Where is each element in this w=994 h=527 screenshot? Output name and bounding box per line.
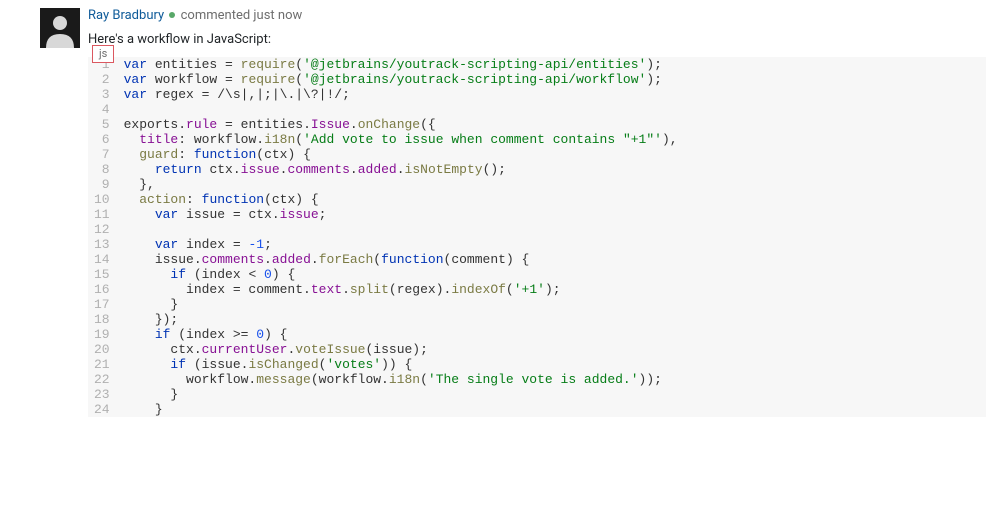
code-line: 6 title: workflow.i18n('Add vote to issu…: [88, 132, 986, 147]
line-source: if (issue.isChanged('votes')) {: [120, 357, 986, 372]
line-number: 12: [88, 222, 120, 237]
line-source: }: [120, 387, 986, 402]
code-line: 16 index = comment.text.split(regex).ind…: [88, 282, 986, 297]
code-line: 14 issue.comments.added.forEach(function…: [88, 252, 986, 267]
code-line: 8 return ctx.issue.comments.added.isNotE…: [88, 162, 986, 177]
code-line: 12: [88, 222, 986, 237]
line-number: 7: [88, 147, 120, 162]
line-source: action: function(ctx) {: [120, 192, 986, 207]
line-source: issue.comments.added.forEach(function(co…: [120, 252, 986, 267]
code-line: 5exports.rule = entities.Issue.onChange(…: [88, 117, 986, 132]
line-source: var regex = /\s|,|;|\.|\?|!/;: [120, 87, 986, 102]
comment-container: Ray Bradbury commented just now Here's a…: [0, 0, 994, 417]
line-number: 15: [88, 267, 120, 282]
line-number: 23: [88, 387, 120, 402]
line-source: [120, 102, 986, 117]
line-source: var index = -1;: [120, 237, 986, 252]
line-number: 22: [88, 372, 120, 387]
code-line: 20 ctx.currentUser.voteIssue(issue);: [88, 342, 986, 357]
line-source: title: workflow.i18n('Add vote to issue …: [120, 132, 986, 147]
line-number: 21: [88, 357, 120, 372]
line-number: 6: [88, 132, 120, 147]
author-link[interactable]: Ray Bradbury: [88, 8, 164, 23]
line-source: guard: function(ctx) {: [120, 147, 986, 162]
code-line: 23 }: [88, 387, 986, 402]
line-source: return ctx.issue.comments.added.isNotEmp…: [120, 162, 986, 177]
code-line: 2var workflow = require('@jetbrains/yout…: [88, 72, 986, 87]
line-number: 9: [88, 177, 120, 192]
comment-timestamp: commented just now: [181, 8, 303, 23]
line-number: 2: [88, 72, 120, 87]
code-line: 15 if (index < 0) {: [88, 267, 986, 282]
code-block[interactable]: 1var entities = require('@jetbrains/yout…: [88, 57, 986, 417]
code-line: 24 }: [88, 402, 986, 417]
line-number: 19: [88, 327, 120, 342]
line-source: if (index < 0) {: [120, 267, 986, 282]
line-number: 16: [88, 282, 120, 297]
line-source: });: [120, 312, 986, 327]
code-line: 17 }: [88, 297, 986, 312]
line-number: 14: [88, 252, 120, 267]
code-line: 4: [88, 102, 986, 117]
code-line: 9 },: [88, 177, 986, 192]
line-number: 5: [88, 117, 120, 132]
code-line: 22 workflow.message(workflow.i18n('The s…: [88, 372, 986, 387]
language-badge[interactable]: js: [92, 45, 114, 63]
line-source: [120, 222, 986, 237]
line-source: workflow.message(workflow.i18n('The sing…: [120, 372, 986, 387]
comment-text: Here's a workflow in JavaScript:: [88, 32, 994, 47]
line-source: var issue = ctx.issue;: [120, 207, 986, 222]
line-number: 18: [88, 312, 120, 327]
line-source: var workflow = require('@jetbrains/youtr…: [120, 72, 986, 87]
comment-body: Ray Bradbury commented just now Here's a…: [88, 6, 994, 47]
code-table: 1var entities = require('@jetbrains/yout…: [88, 57, 986, 417]
line-number: 11: [88, 207, 120, 222]
presence-dot-icon: [169, 12, 175, 18]
line-number: 3: [88, 87, 120, 102]
line-number: 10: [88, 192, 120, 207]
line-source: index = comment.text.split(regex).indexO…: [120, 282, 986, 297]
code-line: 21 if (issue.isChanged('votes')) {: [88, 357, 986, 372]
line-source: if (index >= 0) {: [120, 327, 986, 342]
code-line: 10 action: function(ctx) {: [88, 192, 986, 207]
avatar[interactable]: [40, 8, 80, 48]
code-line: 3var regex = /\s|,|;|\.|\?|!/;: [88, 87, 986, 102]
line-number: 20: [88, 342, 120, 357]
line-source: }: [120, 402, 986, 417]
line-number: 4: [88, 102, 120, 117]
code-line: 13 var index = -1;: [88, 237, 986, 252]
code-line: 11 var issue = ctx.issue;: [88, 207, 986, 222]
line-source: }: [120, 297, 986, 312]
code-line: 1var entities = require('@jetbrains/yout…: [88, 57, 986, 72]
line-number: 17: [88, 297, 120, 312]
line-source: ctx.currentUser.voteIssue(issue);: [120, 342, 986, 357]
line-source: exports.rule = entities.Issue.onChange({: [120, 117, 986, 132]
comment-header: Ray Bradbury commented just now: [88, 6, 994, 26]
code-snippet: js 1var entities = require('@jetbrains/y…: [88, 57, 986, 417]
code-line: 19 if (index >= 0) {: [88, 327, 986, 342]
line-source: var entities = require('@jetbrains/youtr…: [120, 57, 986, 72]
line-number: 13: [88, 237, 120, 252]
code-line: 18 });: [88, 312, 986, 327]
code-line: 7 guard: function(ctx) {: [88, 147, 986, 162]
line-source: },: [120, 177, 986, 192]
line-number: 8: [88, 162, 120, 177]
line-number: 24: [88, 402, 120, 417]
